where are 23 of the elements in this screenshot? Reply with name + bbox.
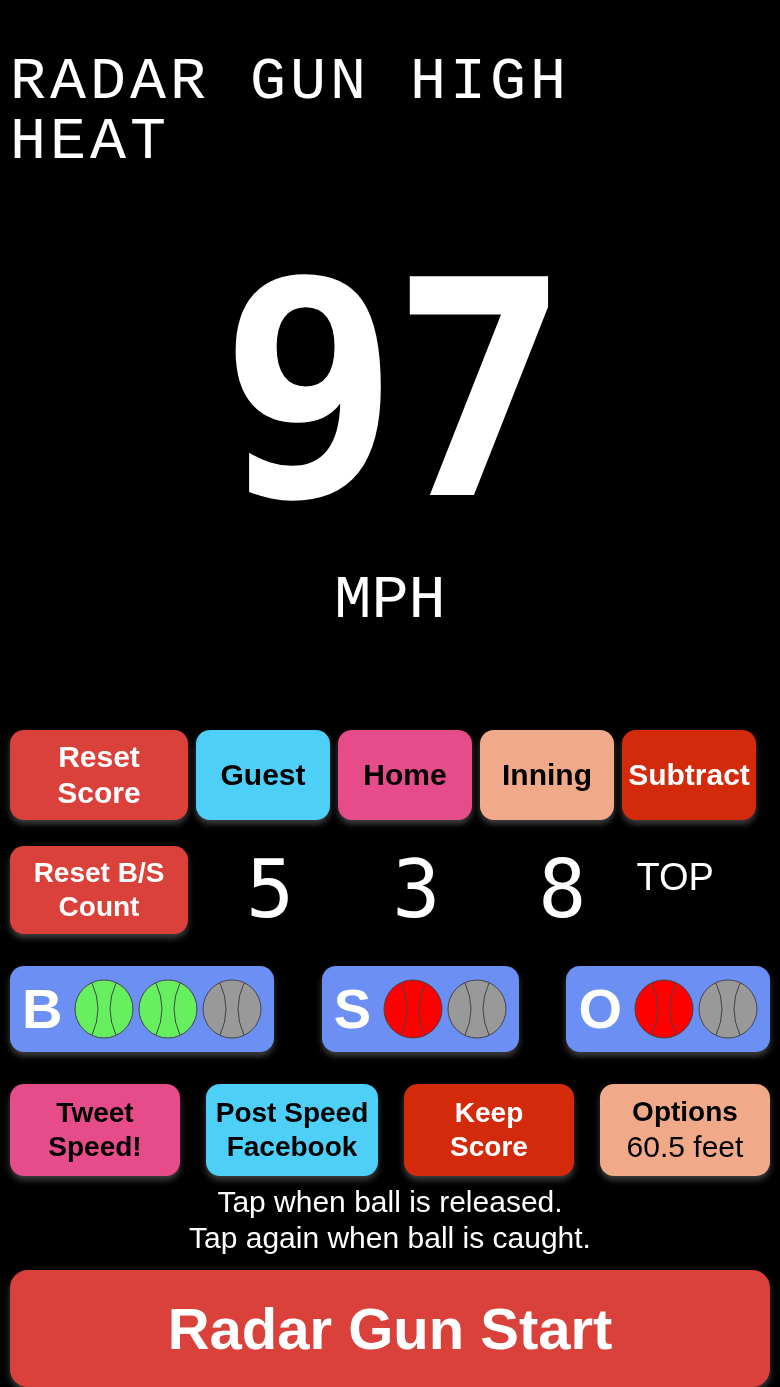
score-digit: 5	[246, 850, 295, 930]
speed-unit: MPH	[334, 570, 446, 632]
score-digit: 8	[538, 850, 587, 930]
action-button[interactable]: Post Speed Facebook	[206, 1084, 378, 1176]
instruction-text: Tap when ball is released.	[217, 1184, 563, 1220]
score-digit: 3	[392, 850, 441, 930]
instruction-text: Tap again when ball is caught.	[189, 1220, 591, 1256]
count-letter: B	[22, 981, 63, 1037]
start-button[interactable]: Radar Gun Start	[10, 1270, 770, 1387]
reset-count-button[interactable]: Reset B/S Count	[10, 846, 188, 934]
scoreboard-button[interactable]: Inning	[480, 730, 614, 820]
app-title: RADAR GUN HIGH HEAT	[10, 52, 572, 172]
scoreboard-button[interactable]: Home	[338, 730, 472, 820]
inning-half: TOP	[636, 858, 714, 896]
scoreboard-button[interactable]: Subtract	[622, 730, 756, 820]
scoreboard-button[interactable]: Reset Score	[10, 730, 188, 820]
action-button[interactable]: Tweet Speed!	[10, 1084, 180, 1176]
count-letter: O	[578, 981, 622, 1037]
count-letter: S	[333, 981, 372, 1037]
action-button[interactable]: Options 60.5 feet	[600, 1084, 770, 1176]
action-button[interactable]: Keep Score	[404, 1084, 574, 1176]
scoreboard-button[interactable]: Guest	[196, 730, 330, 820]
speed-reading: 97	[219, 242, 561, 542]
